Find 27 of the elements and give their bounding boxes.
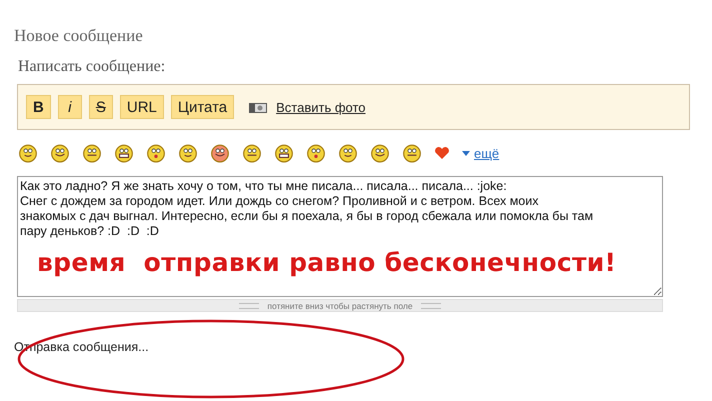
insert-photo-link[interactable]: Вставить фото [276,100,366,114]
format-button[interactable]: B [26,95,51,119]
format-button[interactable]: S [88,95,113,119]
form-label: Написать сообщение: [18,58,166,76]
smiley-icon[interactable] [18,143,38,163]
resize-handle[interactable]: потяните вниз чтобы растянуть поле [267,300,413,310]
heart-icon[interactable] [434,146,450,160]
annotation-text: время отправки равно бесконечности! [37,248,616,277]
more-smileys-link[interactable]: ещё [462,146,500,160]
smiley-icon[interactable] [50,143,70,163]
smiley-icon[interactable] [402,143,422,163]
camera-icon[interactable] [249,101,268,113]
format-button[interactable]: URL [120,95,164,119]
smiley-icon[interactable] [178,143,198,163]
smiley-icon[interactable] [370,143,390,163]
smiley-icon[interactable] [274,143,294,163]
caret-icon [462,150,470,156]
smiley-icon[interactable] [146,143,166,163]
page-title: Новое сообщение [14,26,143,46]
smiley-icon[interactable] [82,143,102,163]
smiley-icon[interactable] [306,143,326,163]
smiley-icon[interactable] [210,143,230,163]
smiley-icon[interactable] [114,143,134,163]
smiley-icon[interactable] [242,143,262,163]
format-button[interactable]: Цитата [170,95,234,119]
smiley-icon[interactable] [338,143,358,163]
format-button[interactable]: i [58,95,82,119]
